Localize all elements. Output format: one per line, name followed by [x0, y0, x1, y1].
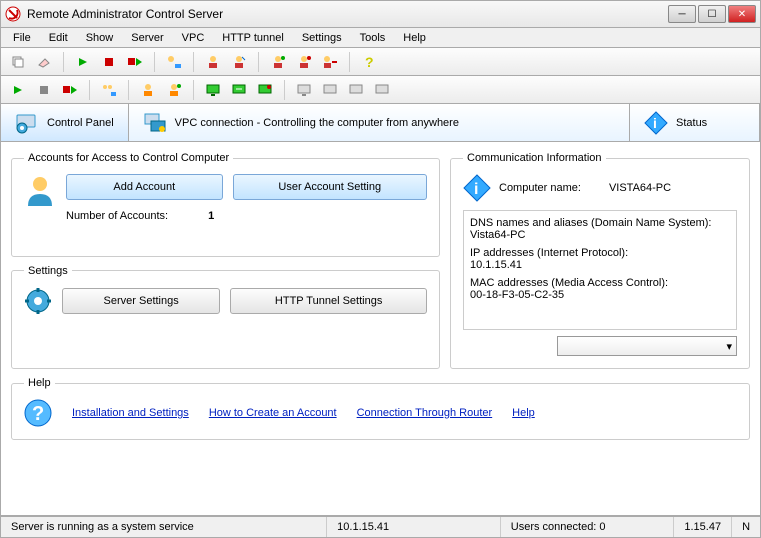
- question-icon: ?: [24, 399, 52, 427]
- status-users: Users connected: 0: [501, 517, 675, 537]
- gray-monitor4-icon[interactable]: [371, 79, 393, 101]
- user-red3-icon[interactable]: [267, 51, 289, 73]
- users-net-icon[interactable]: [98, 79, 120, 101]
- svg-text:i: i: [474, 181, 478, 198]
- ip-value: 10.1.15.41: [470, 259, 730, 271]
- svg-text:i: i: [653, 115, 657, 131]
- dns-value: Vista64-PC: [470, 229, 730, 241]
- play-icon[interactable]: [72, 51, 94, 73]
- adapter-dropdown[interactable]: ▾: [557, 336, 737, 356]
- help-toolbar-icon[interactable]: ?: [358, 51, 380, 73]
- user-red4-icon[interactable]: [293, 51, 315, 73]
- svg-text:?: ?: [365, 55, 374, 69]
- stop-icon[interactable]: [98, 51, 120, 73]
- tab-vpc[interactable]: VPC connection - Controlling the compute…: [129, 104, 630, 141]
- account-count-label: Number of Accounts:: [66, 210, 168, 222]
- gear-monitor-icon: [15, 111, 39, 135]
- status-ip: 10.1.15.41: [327, 517, 501, 537]
- http-tunnel-settings-button[interactable]: HTTP Tunnel Settings: [230, 288, 427, 314]
- user-account-setting-button[interactable]: User Account Setting: [233, 174, 427, 200]
- minimize-button[interactable]: ─: [668, 5, 696, 23]
- menu-edit[interactable]: Edit: [41, 30, 76, 46]
- gear-icon: [24, 287, 52, 315]
- info-icon: i: [463, 174, 491, 202]
- window-title: Remote Administrator Control Server: [27, 7, 668, 21]
- menu-file[interactable]: File: [5, 30, 39, 46]
- settings-group: Settings Server Settings HTTP Tunnel Set…: [11, 265, 440, 370]
- tab-control-panel[interactable]: Control Panel: [1, 104, 129, 141]
- mac-label: MAC addresses (Media Access Control):: [470, 277, 730, 289]
- svg-text:?: ?: [32, 403, 44, 425]
- link-create-account[interactable]: How to Create an Account: [209, 407, 337, 419]
- account-count-value: 1: [208, 210, 214, 222]
- toolbar-1: ?: [0, 48, 761, 76]
- menubar: File Edit Show Server VPC HTTP tunnel Se…: [0, 28, 761, 48]
- menu-tools[interactable]: Tools: [352, 30, 394, 46]
- help-legend: Help: [24, 377, 55, 389]
- user-orange1-icon[interactable]: [137, 79, 159, 101]
- close-button[interactable]: ✕: [728, 5, 756, 23]
- chevron-down-icon: ▾: [726, 340, 732, 353]
- green-monitor2-icon[interactable]: [228, 79, 250, 101]
- titlebar: Remote Administrator Control Server ─ ☐ …: [0, 0, 761, 28]
- user-red1-icon[interactable]: [202, 51, 224, 73]
- help-group: Help ? Installation and Settings How to …: [11, 377, 750, 440]
- stop2-icon[interactable]: [33, 79, 55, 101]
- tabbar: Control Panel VPC connection - Controlli…: [0, 104, 761, 142]
- tab-label: Control Panel: [47, 117, 114, 129]
- link-router[interactable]: Connection Through Router: [357, 407, 493, 419]
- accounts-group: Accounts for Access to Control Computer …: [11, 152, 440, 257]
- mac-value: 00-18-F3-05-C2-35: [470, 289, 730, 301]
- erase-icon[interactable]: [33, 51, 55, 73]
- status-service: Server is running as a system service: [1, 517, 327, 537]
- menu-settings[interactable]: Settings: [294, 30, 350, 46]
- settings-legend: Settings: [24, 265, 72, 277]
- green-monitor3-icon[interactable]: [254, 79, 276, 101]
- communication-group: Communication Information i Computer nam…: [450, 152, 750, 369]
- link-installation[interactable]: Installation and Settings: [72, 407, 189, 419]
- user-net-icon[interactable]: [163, 51, 185, 73]
- gray-monitor2-icon[interactable]: [319, 79, 341, 101]
- user-red5-icon[interactable]: [319, 51, 341, 73]
- user-icon: [24, 174, 56, 206]
- menu-server[interactable]: Server: [123, 30, 171, 46]
- status-version: 1.15.47: [674, 517, 732, 537]
- menu-http-tunnel[interactable]: HTTP tunnel: [214, 30, 292, 46]
- status-extra: N: [732, 517, 760, 537]
- accounts-legend: Accounts for Access to Control Computer: [24, 152, 233, 164]
- stop-play2-icon[interactable]: [59, 79, 81, 101]
- gray-monitor1-icon[interactable]: [293, 79, 315, 101]
- app-icon: [5, 6, 21, 22]
- gray-monitor3-icon[interactable]: [345, 79, 367, 101]
- menu-help[interactable]: Help: [395, 30, 434, 46]
- computer-name-value: VISTA64-PC: [609, 182, 671, 194]
- statusbar: Server is running as a system service 10…: [0, 516, 761, 538]
- ip-label: IP addresses (Internet Protocol):: [470, 247, 730, 259]
- tab-label: Status: [676, 117, 707, 129]
- link-help[interactable]: Help: [512, 407, 535, 419]
- info-diamond-icon: i: [644, 111, 668, 135]
- computer-name-label: Computer name:: [499, 182, 581, 194]
- server-settings-button[interactable]: Server Settings: [62, 288, 220, 314]
- content-panel: Accounts for Access to Control Computer …: [0, 142, 761, 516]
- copy-icon[interactable]: [7, 51, 29, 73]
- vpc-icon: [143, 111, 167, 135]
- tab-label: VPC connection - Controlling the compute…: [175, 117, 459, 129]
- user-orange2-icon[interactable]: [163, 79, 185, 101]
- menu-show[interactable]: Show: [78, 30, 122, 46]
- user-red2-icon[interactable]: [228, 51, 250, 73]
- tab-status[interactable]: i Status: [630, 104, 760, 141]
- stop-play-icon[interactable]: [124, 51, 146, 73]
- play2-icon[interactable]: [7, 79, 29, 101]
- maximize-button[interactable]: ☐: [698, 5, 726, 23]
- toolbar-2: [0, 76, 761, 104]
- communication-legend: Communication Information: [463, 152, 606, 164]
- add-account-button[interactable]: Add Account: [66, 174, 223, 200]
- menu-vpc[interactable]: VPC: [174, 30, 213, 46]
- dns-label: DNS names and aliases (Domain Name Syste…: [470, 217, 730, 229]
- communication-details[interactable]: DNS names and aliases (Domain Name Syste…: [463, 210, 737, 330]
- green-monitor1-icon[interactable]: [202, 79, 224, 101]
